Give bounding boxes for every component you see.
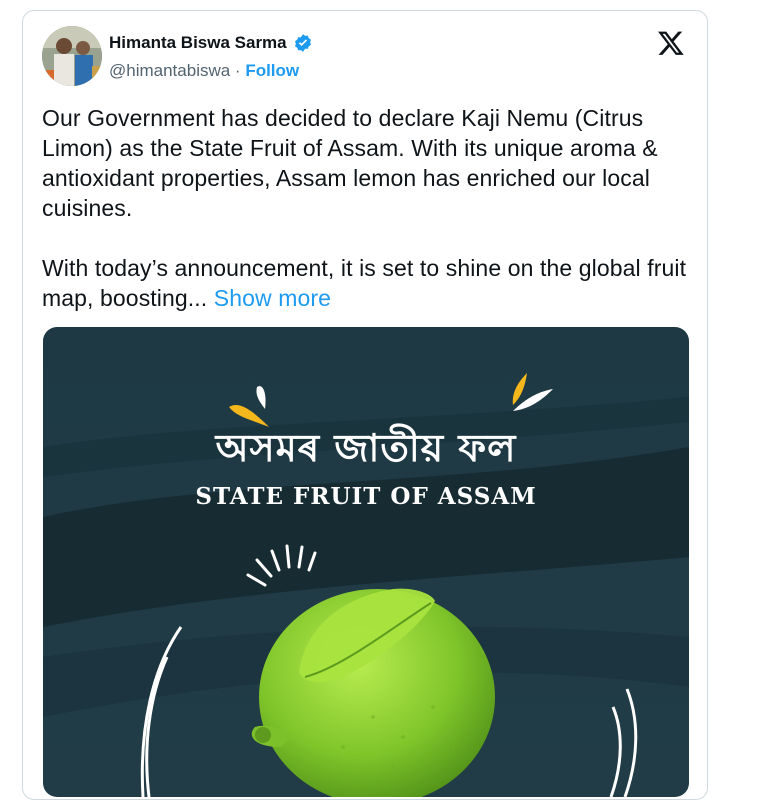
- author-handle[interactable]: @himantabiswa: [109, 61, 230, 80]
- separator-dot: ·: [230, 61, 246, 80]
- media-title-english: STATE FRUIT OF ASSAM: [195, 483, 537, 510]
- media-title-assamese: অসমৰ জাতীয় ফল: [215, 426, 517, 470]
- tweet-media-image[interactable]: অসমৰ জাতীয় ফল STATE FRUIT OF ASSAM: [43, 327, 689, 797]
- handle-row: @himantabiswa · Follow: [109, 61, 299, 81]
- avatar-image: [42, 26, 102, 86]
- tweet-paragraph-2-text: With today’s announcement, it is set to …: [42, 255, 687, 311]
- tweet-text: Our Government has decided to declare Ka…: [42, 103, 692, 343]
- tweet-paragraph-1: Our Government has decided to declare Ka…: [42, 105, 658, 221]
- author-name-row: Himanta Biswa Sarma: [109, 33, 313, 53]
- author-name[interactable]: Himanta Biswa Sarma: [109, 33, 287, 53]
- x-logo-icon[interactable]: [657, 29, 685, 57]
- verified-badge-icon: [294, 34, 311, 52]
- tweet-card[interactable]: Himanta Biswa Sarma @himantabiswa · Foll…: [22, 10, 708, 800]
- follow-button[interactable]: Follow: [245, 61, 299, 80]
- avatar[interactable]: [42, 26, 102, 86]
- show-more-link[interactable]: Show more: [214, 285, 331, 311]
- tweet-paragraph-2: With today’s announcement, it is set to …: [42, 253, 692, 313]
- media-artwork: [43, 327, 689, 797]
